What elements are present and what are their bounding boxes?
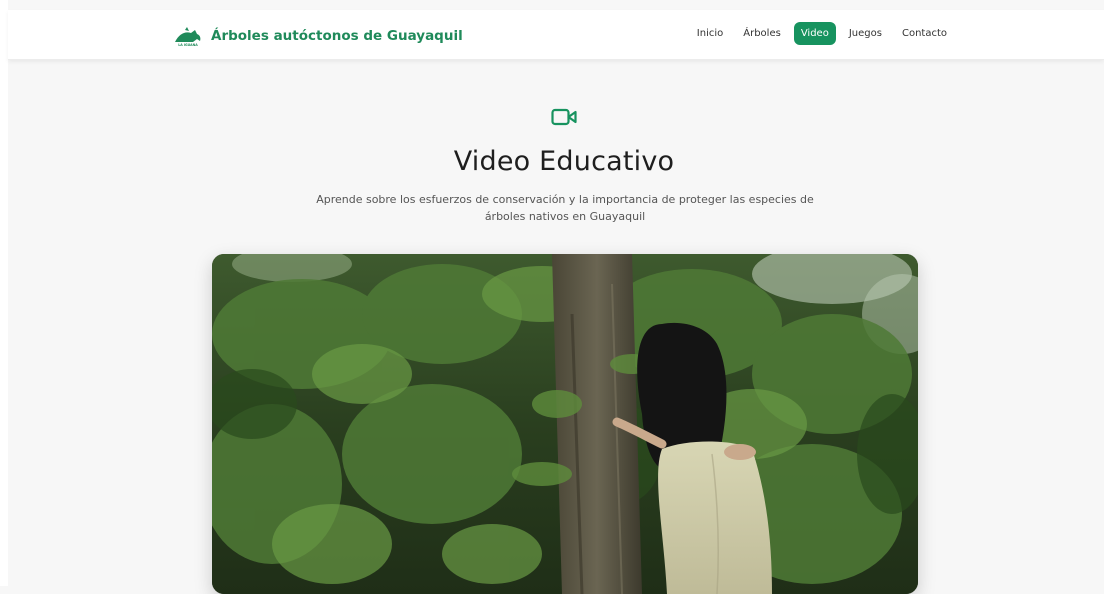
logo-text: LA IGUANA <box>178 43 198 47</box>
page-subtitle: Aprende sobre los esfuerzos de conservac… <box>316 193 814 223</box>
page-edge <box>0 0 8 586</box>
nav-item-inicio[interactable]: Inicio <box>690 22 730 45</box>
video-player[interactable] <box>212 254 918 594</box>
page-title: Video Educativo <box>453 146 675 177</box>
video-frame-forest-scene <box>212 254 918 594</box>
nav-item-video[interactable]: Video <box>793 22 836 45</box>
nav-item-arboles[interactable]: Árboles <box>736 22 788 45</box>
video-camera-icon <box>551 108 577 126</box>
navbar: LA IGUANA Árboles autóctonos de Guayaqui… <box>8 10 1104 60</box>
nav-item-juegos[interactable]: Juegos <box>842 22 889 45</box>
brand[interactable]: LA IGUANA Árboles autóctonos de Guayaqui… <box>173 24 463 48</box>
brand-title[interactable]: Árboles autóctonos de Guayaquil <box>211 28 463 44</box>
nav-item-contacto[interactable]: Contacto <box>895 22 954 45</box>
nav-links: Inicio Árboles Video Juegos Contacto <box>690 22 954 45</box>
la-iguana-logo-icon: LA IGUANA <box>174 27 202 47</box>
